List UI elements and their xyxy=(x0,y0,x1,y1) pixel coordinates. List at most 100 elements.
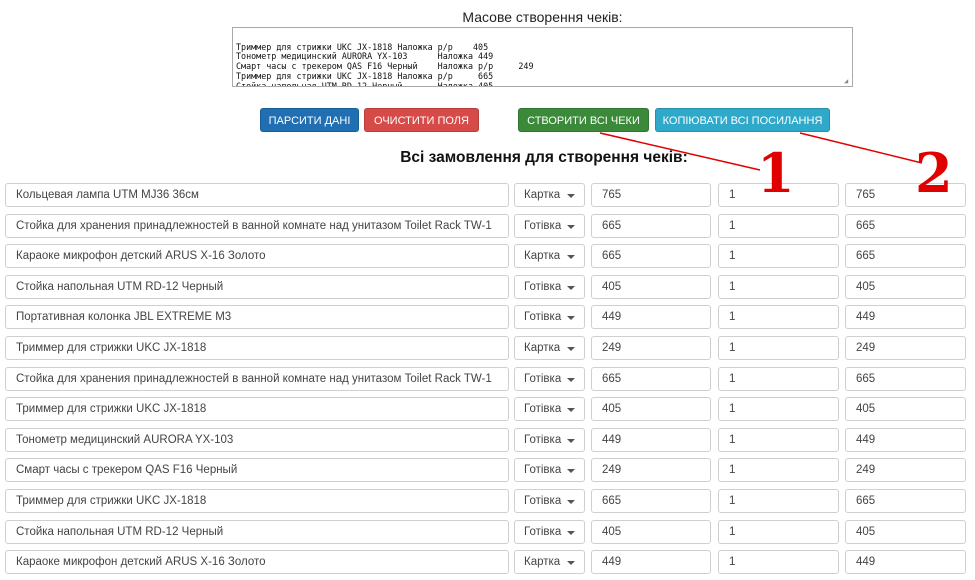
total-input[interactable]: 665 xyxy=(845,244,966,269)
total-input[interactable]: 449 xyxy=(845,427,966,452)
total-input[interactable]: 449 xyxy=(845,550,966,575)
quantity-input[interactable]: 1 xyxy=(718,305,839,330)
payment-method-select[interactable]: Картка xyxy=(514,550,585,575)
payment-method-select[interactable]: Готівка xyxy=(514,274,585,299)
price-input[interactable]: 249 xyxy=(591,458,711,483)
price-input[interactable]: 665 xyxy=(591,213,711,238)
bulk-input-textarea[interactable]: Триммер для стрижки UKC JX-1818 Наложка … xyxy=(232,27,853,87)
price-input[interactable]: 665 xyxy=(591,489,711,513)
payment-method-select[interactable]: Готівка xyxy=(514,427,585,452)
payment-method-select-value: Готівка xyxy=(524,464,562,477)
chevron-down-icon xyxy=(567,500,575,504)
payment-method-select[interactable]: Картка xyxy=(514,336,585,360)
product-name-input-value: Караоке микрофон детский ARUS X-16 Золот… xyxy=(16,556,266,569)
payment-method-select[interactable]: Готівка xyxy=(514,489,585,513)
order-row: Триммер для стрижки UKC JX-1818 Картка 249… xyxy=(0,336,975,360)
product-name-input[interactable]: Стойка напольная UTM RD-12 Черный xyxy=(5,274,509,299)
order-row: Триммер для стрижки UKC JX-1818 Готівка 40… xyxy=(0,397,975,422)
product-name-input-value: Кольцевая лампа UTM MJ36 36см xyxy=(16,189,199,201)
parse-data-button[interactable]: ПАРСИТИ ДАНІ xyxy=(260,108,359,132)
total-input[interactable]: 405 xyxy=(845,274,966,299)
price-input[interactable]: 765 xyxy=(591,183,711,207)
product-name-input[interactable]: Триммер для стрижки UKC JX-1818 xyxy=(5,489,509,513)
total-input[interactable]: 665 xyxy=(845,489,966,513)
product-name-input[interactable]: Триммер для стрижки UKC JX-1818 xyxy=(5,336,509,360)
total-input-value: 665 xyxy=(856,250,876,263)
price-input-value: 405 xyxy=(602,403,622,416)
total-input[interactable]: 405 xyxy=(845,397,966,422)
total-input[interactable]: 665 xyxy=(845,366,966,391)
quantity-input[interactable]: 1 xyxy=(718,397,839,422)
order-row: Стойка напольная UTM RD-12 Черный Готівка… xyxy=(0,519,975,544)
payment-method-select-value: Картка xyxy=(524,556,561,569)
total-input-value: 449 xyxy=(856,556,876,569)
quantity-input-value: 1 xyxy=(729,311,736,324)
total-input-value: 449 xyxy=(856,311,876,324)
chevron-down-icon xyxy=(567,224,575,229)
product-name-input[interactable]: Портативная колонка JBL EXTREME M3 xyxy=(5,305,509,330)
total-input[interactable]: 249 xyxy=(845,336,966,360)
price-input[interactable]: 405 xyxy=(591,519,711,544)
total-input[interactable]: 449 xyxy=(845,305,966,330)
product-name-input[interactable]: Кольцевая лампа UTM MJ36 36см xyxy=(5,183,509,207)
price-input[interactable]: 449 xyxy=(591,427,711,452)
product-name-input[interactable]: Стойка для хранения принадлежностей в ва… xyxy=(5,366,509,391)
payment-method-select[interactable]: Готівка xyxy=(514,213,585,238)
price-input[interactable]: 449 xyxy=(591,550,711,575)
total-input[interactable]: 665 xyxy=(845,213,966,238)
payment-method-select[interactable]: Готівка xyxy=(514,397,585,422)
price-input[interactable]: 249 xyxy=(591,336,711,360)
quantity-input[interactable]: 1 xyxy=(718,336,839,360)
payment-method-select[interactable]: Картка xyxy=(514,183,585,207)
chevron-down-icon xyxy=(567,316,575,321)
price-input[interactable]: 665 xyxy=(591,366,711,391)
quantity-input-value: 1 xyxy=(729,464,736,477)
copy-all-links-button[interactable]: КОПІЮВАТИ ВСІ ПОСИЛАННЯ xyxy=(655,108,830,132)
product-name-input-value: Стойка напольная UTM RD-12 Черный xyxy=(16,525,224,538)
price-input[interactable]: 405 xyxy=(591,397,711,422)
product-name-input[interactable]: Триммер для стрижки UKC JX-1818 xyxy=(5,397,509,422)
price-input[interactable]: 449 xyxy=(591,305,711,330)
price-input-value: 449 xyxy=(602,311,622,324)
quantity-input[interactable]: 1 xyxy=(718,244,839,269)
product-name-input[interactable]: Стойка для хранения принадлежностей в ва… xyxy=(5,213,509,238)
orders-title: Всі замовлення для створення чеків: xyxy=(400,149,688,166)
quantity-input[interactable]: 1 xyxy=(718,458,839,483)
product-name-input[interactable]: Смарт часы с трекером QAS F16 Черный xyxy=(5,458,509,483)
chevron-down-icon xyxy=(567,347,575,351)
clear-fields-button[interactable]: ОЧИСТИТИ ПОЛЯ xyxy=(364,108,479,132)
product-name-input[interactable]: Караоке микрофон детский ARUS X-16 Золот… xyxy=(5,244,509,269)
quantity-input[interactable]: 1 xyxy=(718,213,839,238)
product-name-input-value: Триммер для стрижки UKC JX-1818 xyxy=(16,403,207,416)
chevron-down-icon xyxy=(567,469,575,474)
total-input-value: 405 xyxy=(856,525,876,538)
product-name-input[interactable]: Тонометр медицинский AURORA YX-103 xyxy=(5,427,509,452)
payment-method-select[interactable]: Картка xyxy=(514,244,585,269)
product-name-input[interactable]: Стойка напольная UTM RD-12 Черный xyxy=(5,519,509,544)
payment-method-select[interactable]: Готівка xyxy=(514,458,585,483)
product-name-input-value: Стойка для хранения принадлежностей в ва… xyxy=(16,372,492,385)
price-input-value: 449 xyxy=(602,433,622,446)
quantity-input-value: 1 xyxy=(729,403,736,416)
quantity-input[interactable]: 1 xyxy=(718,519,839,544)
total-input[interactable]: 249 xyxy=(845,458,966,483)
payment-method-select-value: Готівка xyxy=(524,372,562,385)
create-all-receipts-button[interactable]: СТВОРИТИ ВСІ ЧЕКИ xyxy=(518,108,649,132)
price-input[interactable]: 665 xyxy=(591,244,711,269)
payment-method-select[interactable]: Готівка xyxy=(514,519,585,544)
price-input[interactable]: 405 xyxy=(591,274,711,299)
payment-method-select[interactable]: Готівка xyxy=(514,366,585,391)
quantity-input[interactable]: 1 xyxy=(718,550,839,575)
total-input-value: 249 xyxy=(856,342,876,354)
quantity-input-value: 1 xyxy=(729,525,736,538)
quantity-input[interactable]: 1 xyxy=(718,427,839,452)
quantity-input[interactable]: 1 xyxy=(718,366,839,391)
payment-method-select[interactable]: Готівка xyxy=(514,305,585,330)
chevron-down-icon xyxy=(567,530,575,535)
quantity-input[interactable]: 1 xyxy=(718,489,839,513)
quantity-input[interactable]: 1 xyxy=(718,274,839,299)
resize-handle-icon[interactable]: ◢ xyxy=(844,78,851,85)
total-input-value: 405 xyxy=(856,280,876,293)
product-name-input[interactable]: Караоке микрофон детский ARUS X-16 Золот… xyxy=(5,550,509,575)
total-input[interactable]: 405 xyxy=(845,519,966,544)
